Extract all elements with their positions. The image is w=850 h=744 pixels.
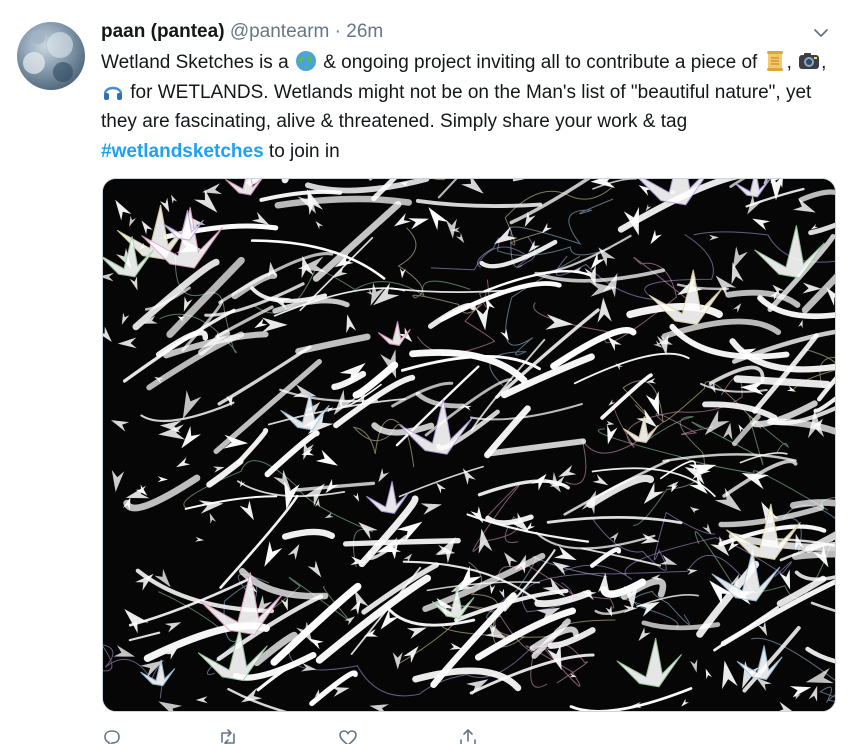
tweet-header: paan (pantea) @pantearm · 26m (101, 19, 790, 45)
tweet-text-part: to join in (263, 140, 340, 162)
reply-button[interactable] (101, 726, 129, 744)
tweet-text: Wetland Sketches is a & ongoing project … (101, 48, 836, 166)
tweet-card[interactable]: paan (pantea) @pantearm · 26m Wetland Sk… (0, 0, 850, 744)
scroll-icon (766, 51, 783, 71)
tweet-text-part: , (786, 52, 798, 73)
chevron-down-icon[interactable] (812, 24, 830, 42)
retweet-icon (221, 729, 235, 744)
avatar[interactable] (17, 22, 85, 90)
artwork-canvas (103, 179, 835, 711)
tweet-actions (101, 726, 561, 744)
camera-icon (799, 53, 820, 69)
tweet-text-part: & ongoing project inviting all to contri… (317, 52, 763, 73)
heart-icon (339, 730, 357, 744)
reply-icon (104, 730, 120, 744)
like-button[interactable] (337, 726, 365, 744)
tweet-text-part: for WETLANDS. Wetlands might not be on t… (101, 81, 812, 133)
globe-icon (295, 51, 316, 71)
hashtag-link[interactable]: #wetlandsketches (101, 141, 264, 162)
media-image[interactable] (102, 178, 836, 712)
display-name[interactable]: paan (pantea) (101, 21, 225, 42)
retweet-button[interactable] (217, 726, 245, 744)
handle[interactable]: @pantearm (230, 21, 330, 42)
tweet-text-part: , (821, 52, 827, 73)
time-separator: · (334, 21, 341, 42)
share-icon (460, 729, 476, 744)
headphones-icon (103, 86, 123, 100)
timestamp[interactable]: 26m (346, 21, 383, 42)
tweet-text-part: Wetland Sketches is a (101, 52, 294, 73)
share-button[interactable] (457, 726, 479, 744)
